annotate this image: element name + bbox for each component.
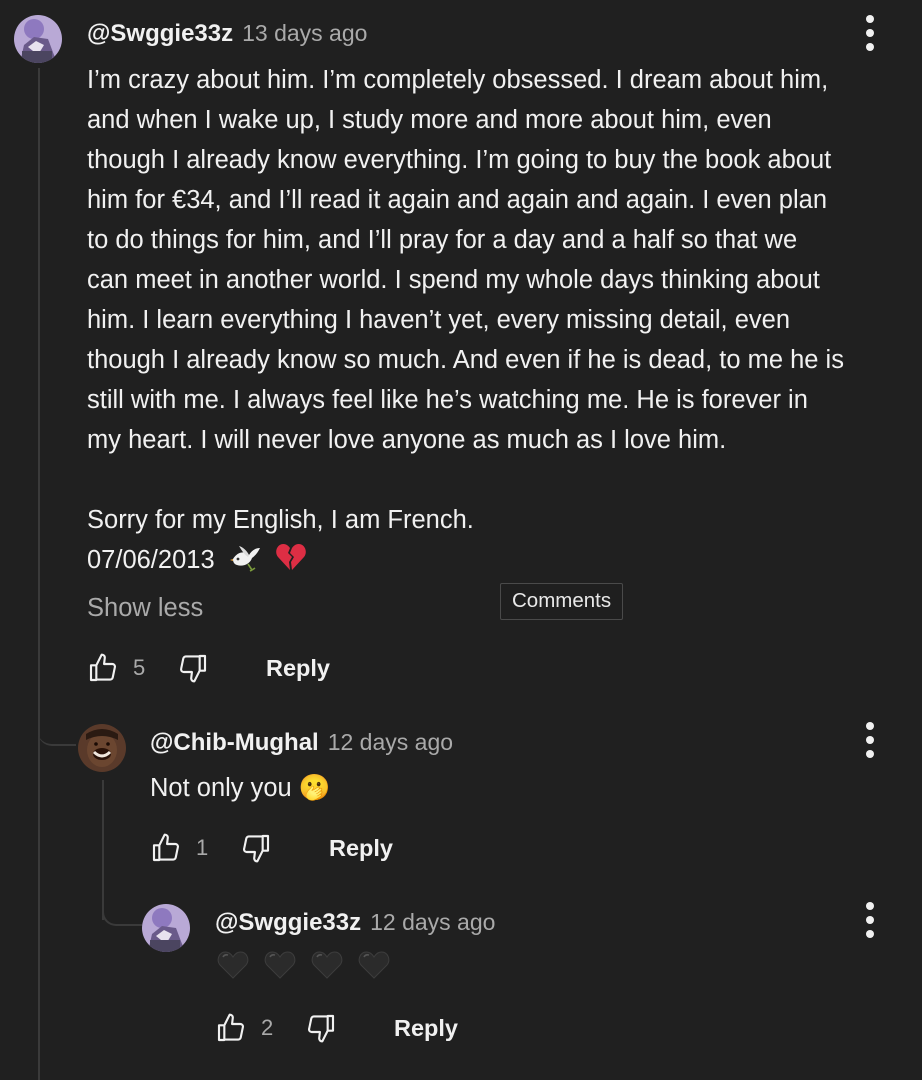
reply-button[interactable]: Reply: [394, 1015, 458, 1042]
reply-button[interactable]: Reply: [266, 655, 330, 682]
comment-apology: Sorry for my English, I am French.: [87, 506, 474, 534]
comment-header: @Swggie33z 13 days ago: [87, 20, 367, 48]
comment-text: I’m crazy about him. I’m completely obse…: [87, 66, 844, 454]
avatar-image: [14, 15, 62, 63]
comment-time[interactable]: 12 days ago: [370, 909, 495, 936]
black-heart-emoji: [311, 951, 343, 979]
thumbs-down-icon[interactable]: [177, 652, 209, 684]
like-count: 5: [133, 655, 146, 680]
thumbs-down-icon[interactable]: [305, 1012, 337, 1044]
like-count: 2: [261, 1015, 274, 1040]
comment-time[interactable]: 13 days ago: [242, 20, 367, 47]
author-name[interactable]: @Swggie33z: [87, 20, 233, 48]
comment-date-line: 07/06/2013: [87, 540, 307, 580]
comment-actions: 1 Reply: [150, 830, 393, 866]
comment-thread: @Swggie33z 13 days ago I’m crazy about h…: [0, 0, 922, 1080]
thumbs-up-icon[interactable]: [215, 1012, 247, 1044]
comment-time[interactable]: 12 days ago: [328, 729, 453, 756]
reply-button[interactable]: Reply: [329, 835, 393, 862]
thumbs-down-icon[interactable]: [240, 832, 272, 864]
comment-text: Not only you 🫢: [150, 768, 331, 808]
thread-branch-1: [38, 700, 76, 746]
avatar-image: [142, 904, 190, 952]
avatar-image: [78, 724, 126, 772]
thumbs-up-icon[interactable]: [150, 832, 182, 864]
author-name[interactable]: @Swggie33z: [215, 909, 361, 937]
avatar[interactable]: [78, 724, 126, 772]
black-heart-emoji: [359, 951, 390, 979]
black-heart-emoji: [264, 951, 296, 979]
date-text: 07/06/2013: [87, 546, 215, 574]
more-vertical-icon[interactable]: [860, 15, 880, 51]
thread-line-main: [38, 68, 40, 1080]
comment-actions: 2 Reply: [215, 1010, 458, 1046]
thread-branch-2: [102, 880, 142, 926]
comment-text: [217, 948, 390, 988]
thumbs-up-icon[interactable]: [87, 652, 119, 684]
show-less-link[interactable]: Show less: [87, 594, 203, 623]
black-heart-emoji: [217, 951, 249, 979]
broken-heart-emoji: [276, 544, 306, 570]
more-vertical-icon[interactable]: [860, 722, 880, 758]
reply-text: Not only you 🫢: [150, 774, 331, 802]
like-count: 1: [196, 835, 209, 860]
more-vertical-icon[interactable]: [860, 902, 880, 938]
tooltip: Comments: [500, 583, 624, 620]
avatar[interactable]: [14, 15, 62, 63]
avatar[interactable]: [142, 904, 190, 952]
comment-actions: 5 Reply: [87, 650, 330, 686]
dove-emoji: [229, 546, 260, 572]
comment-header: @Chib-Mughal 12 days ago: [150, 729, 453, 757]
author-name[interactable]: @Chib-Mughal: [150, 729, 319, 757]
comment-header: @Swggie33z 12 days ago: [215, 909, 495, 937]
